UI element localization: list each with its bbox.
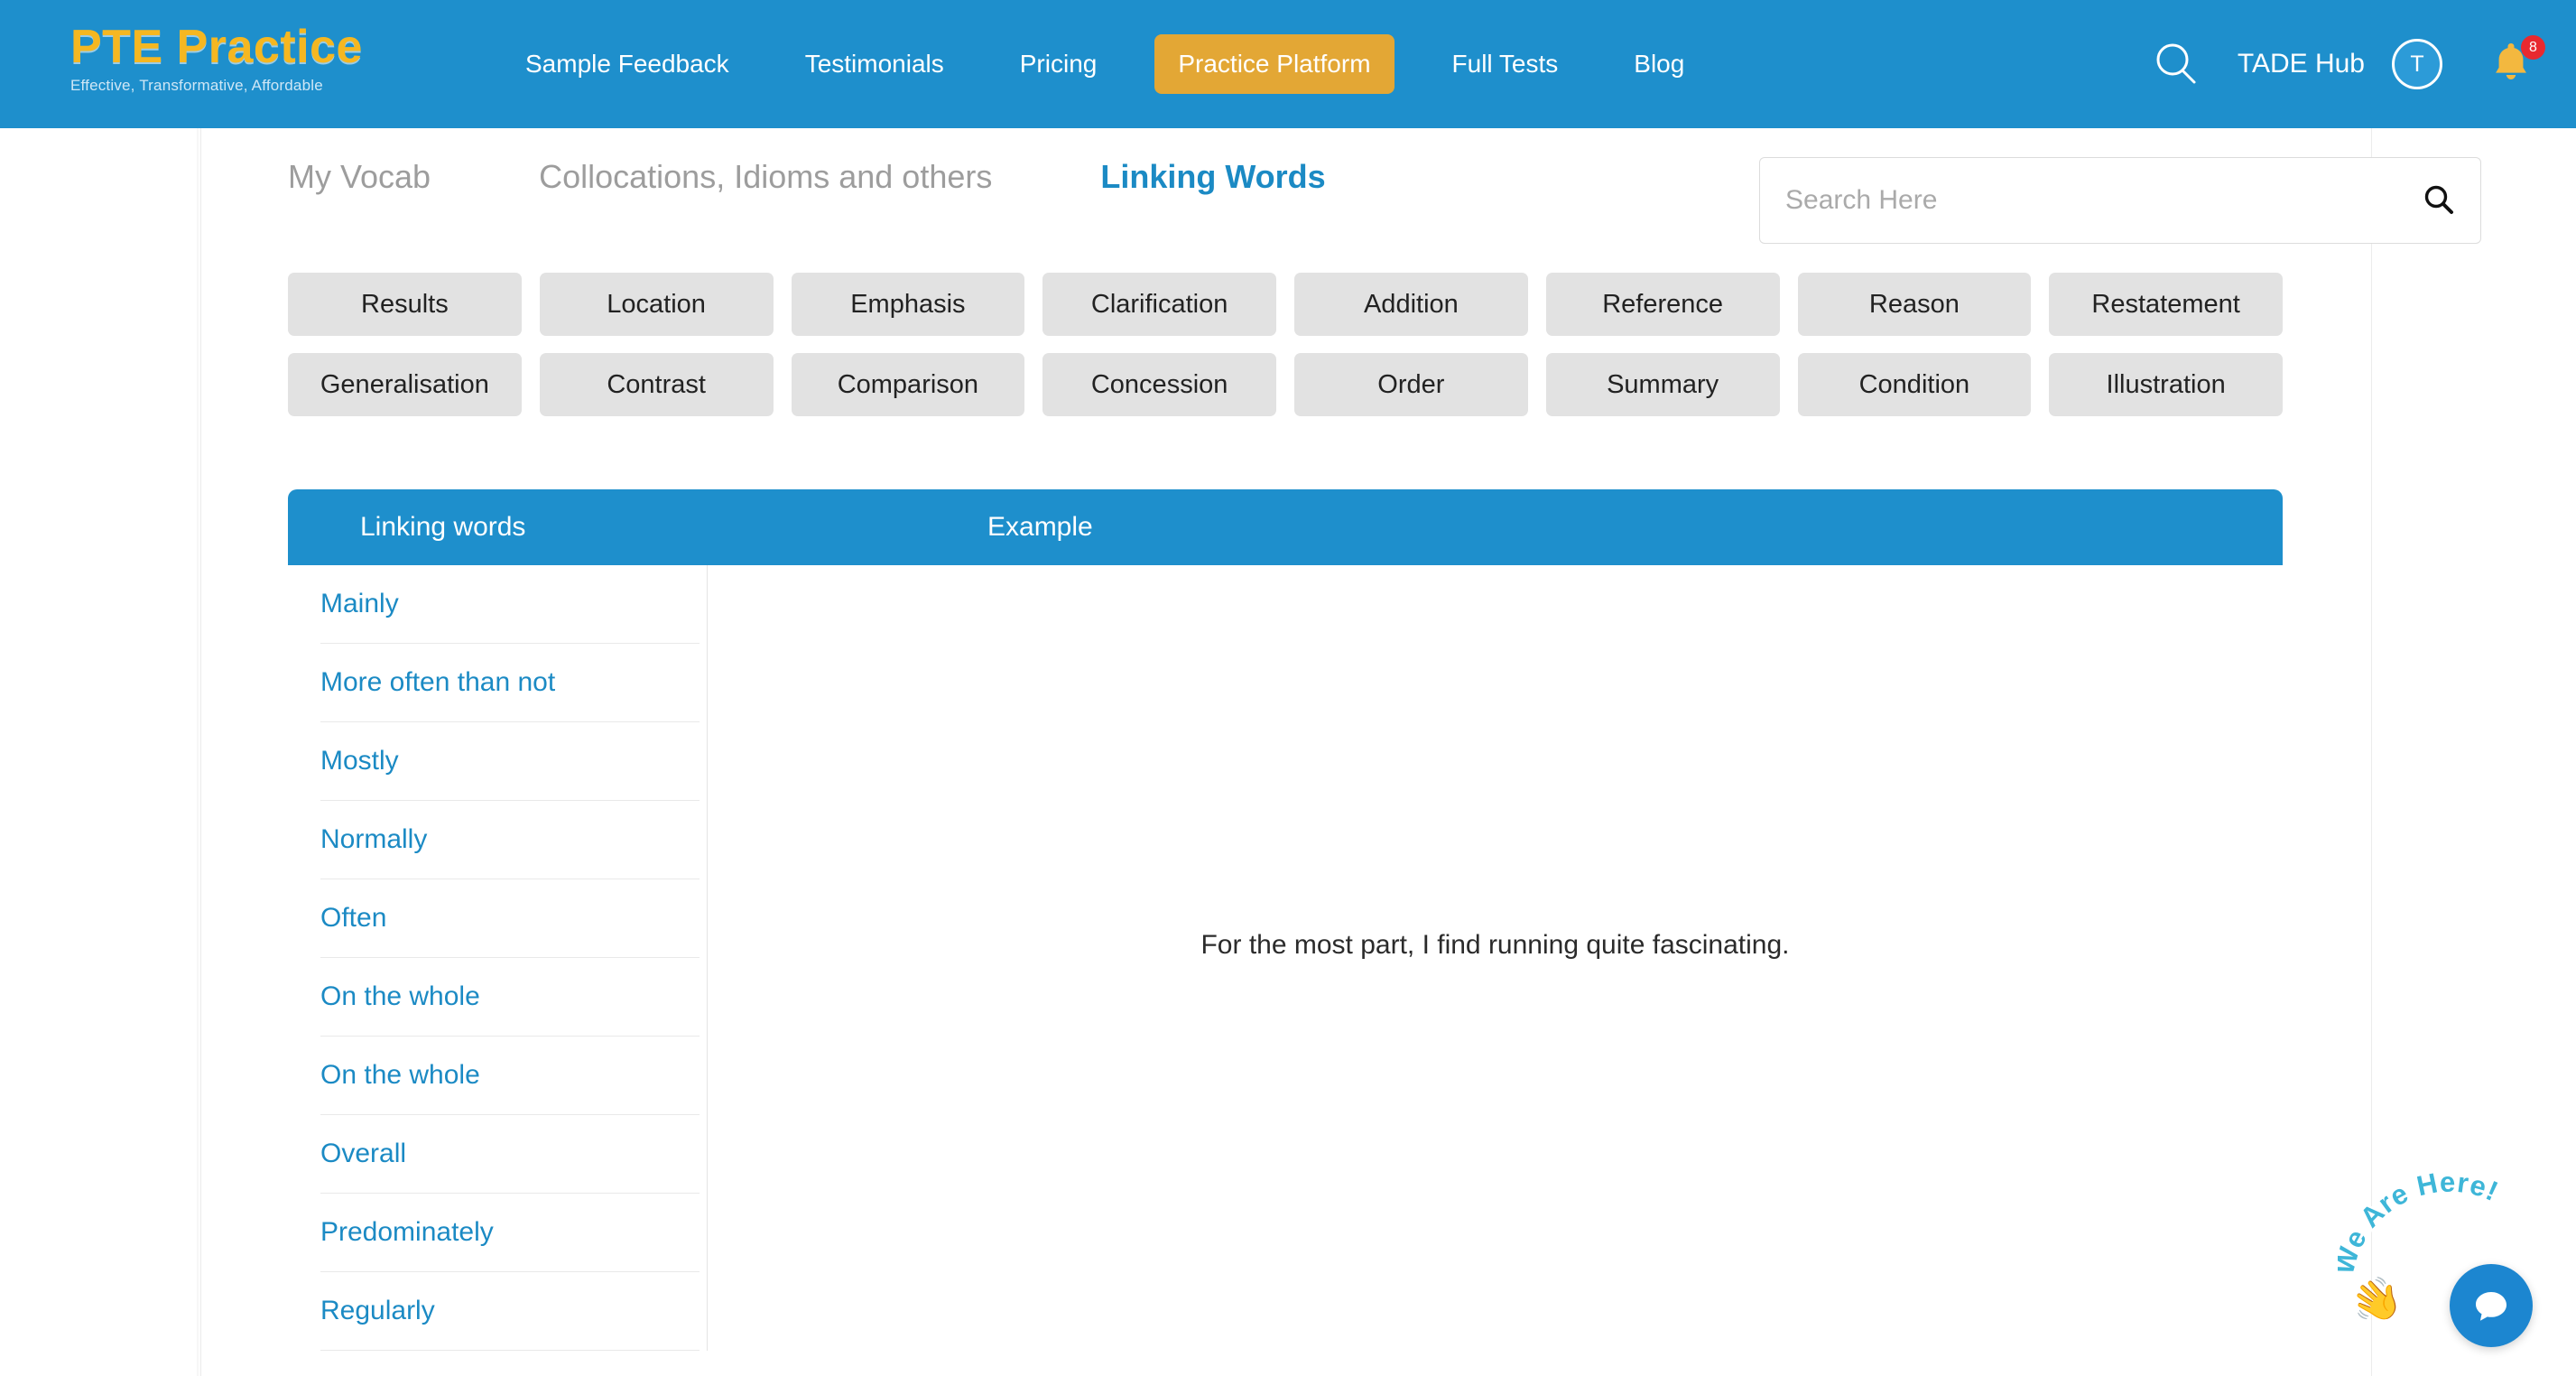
chip-order[interactable]: Order xyxy=(1294,353,1528,416)
column-header-linking-words: Linking words xyxy=(360,512,526,542)
account-label[interactable]: TADE Hub xyxy=(2238,49,2365,79)
category-filters: Results Location Emphasis Clarification … xyxy=(288,273,2283,433)
chip-reason[interactable]: Reason xyxy=(1797,273,2032,336)
nav-item-sample-feedback[interactable]: Sample Feedback xyxy=(487,0,767,128)
tab-my-vocab[interactable]: My Vocab xyxy=(288,158,431,196)
logo-title: PTE Practice xyxy=(70,21,363,73)
site-logo[interactable]: PTE Practice Effective, Transformative, … xyxy=(70,23,386,95)
content-panel: My Vocab Collocations, Idioms and others… xyxy=(200,128,2481,1376)
page-body: My Vocab Collocations, Idioms and others… xyxy=(0,128,2576,1376)
chip-generalisation[interactable]: Generalisation xyxy=(288,353,522,416)
list-item[interactable]: Regularly xyxy=(320,1272,700,1351)
chip-clarification[interactable]: Clarification xyxy=(1042,273,1276,336)
list-item[interactable]: On the whole xyxy=(320,958,700,1037)
chip-comparison[interactable]: Comparison xyxy=(791,353,1025,416)
list-item[interactable]: Normally xyxy=(320,801,700,879)
example-column: For the most part, I find running quite … xyxy=(708,565,2283,1351)
chip-restatement[interactable]: Restatement xyxy=(2049,273,2283,336)
notifications-button[interactable]: 8 xyxy=(2486,35,2545,91)
chip-results[interactable]: Results xyxy=(288,273,522,336)
svg-text:We Are Here!: We Are Here! xyxy=(2338,1167,2504,1278)
chip-illustration[interactable]: Illustration xyxy=(2049,353,2283,416)
vocab-subtabs: My Vocab Collocations, Idioms and others… xyxy=(288,158,1326,196)
nav-item-testimonials[interactable]: Testimonials xyxy=(767,0,982,128)
chip-contrast[interactable]: Contrast xyxy=(539,353,774,416)
list-item[interactable]: Mostly xyxy=(320,722,700,801)
chip-addition[interactable]: Addition xyxy=(1294,273,1528,336)
chat-widget-label-text: We Are Here! xyxy=(2338,1166,2505,1279)
chat-widget[interactable]: We Are Here! 👋 xyxy=(2338,1166,2554,1360)
nav-item-practice-platform[interactable]: Practice Platform xyxy=(1154,34,1395,94)
category-row-2: Generalisation Contrast Comparison Conce… xyxy=(288,353,2283,416)
chip-location[interactable]: Location xyxy=(539,273,774,336)
logo-tagline: Effective, Transformative, Affordable xyxy=(70,76,323,94)
table-body: Mainly More often than not Mostly Normal… xyxy=(288,565,2283,1351)
chip-concession[interactable]: Concession xyxy=(1042,353,1276,416)
chat-bubble-icon[interactable] xyxy=(2450,1264,2533,1347)
linking-words-table: Linking words Example Mainly More often … xyxy=(288,489,2283,1351)
tab-linking-words[interactable]: Linking Words xyxy=(1100,158,1325,196)
top-navbar: PTE Practice Effective, Transformative, … xyxy=(0,0,2576,128)
chip-emphasis[interactable]: Emphasis xyxy=(791,273,1025,336)
list-item[interactable]: Overall xyxy=(320,1115,700,1194)
navbar-right-cluster: TADE Hub T 8 xyxy=(2147,0,2545,128)
linking-words-column: Mainly More often than not Mostly Normal… xyxy=(288,565,708,1351)
chip-reference[interactable]: Reference xyxy=(1545,273,1780,336)
category-row-1: Results Location Emphasis Clarification … xyxy=(288,273,2283,336)
search-input[interactable] xyxy=(1760,158,2397,243)
search-icon[interactable] xyxy=(2147,35,2205,93)
search-box xyxy=(1759,157,2481,244)
notification-badge: 8 xyxy=(2521,35,2545,60)
list-item[interactable]: On the whole xyxy=(320,1037,700,1115)
main-nav: Sample Feedback Testimonials Pricing Pra… xyxy=(487,0,1722,128)
nav-item-blog[interactable]: Blog xyxy=(1596,0,1722,128)
search-submit-icon[interactable] xyxy=(2397,157,2480,244)
column-header-example: Example xyxy=(987,512,1093,542)
nav-item-pricing[interactable]: Pricing xyxy=(982,0,1135,128)
nav-item-full-tests[interactable]: Full Tests xyxy=(1414,0,1597,128)
list-item[interactable]: Mainly xyxy=(320,565,700,644)
avatar[interactable]: T xyxy=(2392,39,2442,89)
list-item[interactable]: Often xyxy=(320,879,700,958)
example-sentence: For the most part, I find running quite … xyxy=(1200,930,1790,960)
list-item[interactable]: Predominately xyxy=(320,1194,700,1272)
chip-condition[interactable]: Condition xyxy=(1797,353,2032,416)
chip-summary[interactable]: Summary xyxy=(1545,353,1780,416)
list-item[interactable]: More often than not xyxy=(320,644,700,722)
tab-collocations-idioms[interactable]: Collocations, Idioms and others xyxy=(539,158,992,196)
table-header-row: Linking words Example xyxy=(288,489,2283,565)
